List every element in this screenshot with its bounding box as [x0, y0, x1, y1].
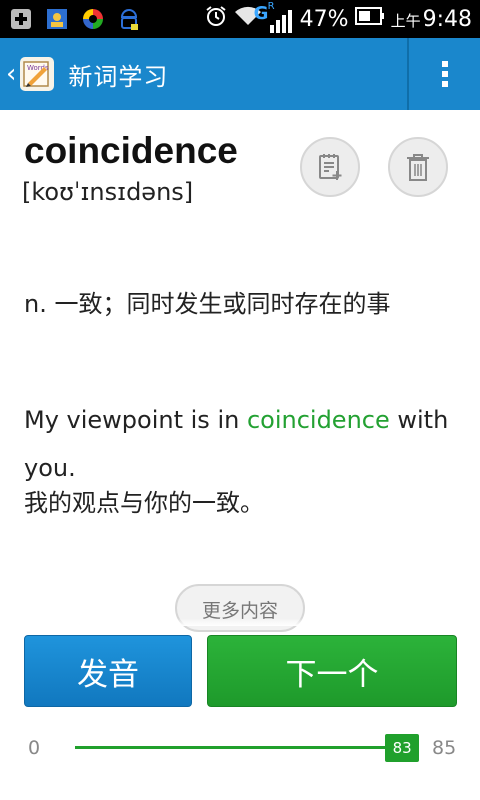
note-add-icon [319, 154, 342, 180]
add-to-notebook-button[interactable] [300, 137, 360, 197]
system-icons: G R 47% 上午9:48 [204, 0, 472, 38]
progress-max-label: 85 [432, 737, 457, 759]
more-vertical-icon [441, 61, 448, 87]
roaming-indicator: R [267, 1, 275, 12]
contacts-icon [44, 6, 70, 32]
progress-track[interactable] [75, 746, 410, 749]
chevron-left-icon: ‹ [6, 59, 17, 89]
alarm-icon [204, 4, 228, 34]
add-icon [8, 6, 34, 32]
android-icon [116, 6, 142, 32]
network-type: G [253, 3, 269, 24]
battery-level: 47% [299, 6, 349, 32]
word-phonetic: [koʊˈɪnsɪdəns] [22, 178, 194, 206]
app-logo-icon: Words [20, 57, 55, 91]
content-fade [0, 618, 480, 626]
progress-fill [75, 746, 403, 749]
app-bar: ‹ Words 新词学习 [0, 38, 480, 110]
overflow-menu-button[interactable] [409, 38, 480, 110]
battery-icon [354, 6, 385, 32]
back-button[interactable]: ‹ Words 新词学习 [0, 38, 180, 110]
delete-word-button[interactable] [388, 137, 448, 197]
example-highlight: coincidence [246, 406, 390, 434]
example-text-before: My viewpoint is in [24, 406, 247, 434]
app-icon [80, 6, 106, 32]
next-word-button[interactable]: 下一个 [207, 635, 457, 707]
progress-thumb[interactable]: 83 [385, 734, 420, 762]
progress-min-label: 0 [28, 737, 41, 759]
signal-icon: G R [254, 1, 294, 33]
word-term: coincidence [24, 130, 238, 171]
page-title: 新词学习 [68, 62, 169, 91]
pronounce-button[interactable]: 发音 [24, 635, 192, 707]
trash-icon [407, 154, 429, 181]
status-bar: G R 47% 上午9:48 [0, 0, 480, 38]
example-translation: 我的观点与你的一致。 [24, 489, 264, 517]
clock: 上午9:48 [390, 6, 472, 32]
word-definition: n. 一致；同时发生或同时存在的事 [24, 290, 391, 318]
notification-icons [8, 6, 142, 32]
example-sentence: My viewpoint is in coincidence with you. [24, 396, 464, 492]
